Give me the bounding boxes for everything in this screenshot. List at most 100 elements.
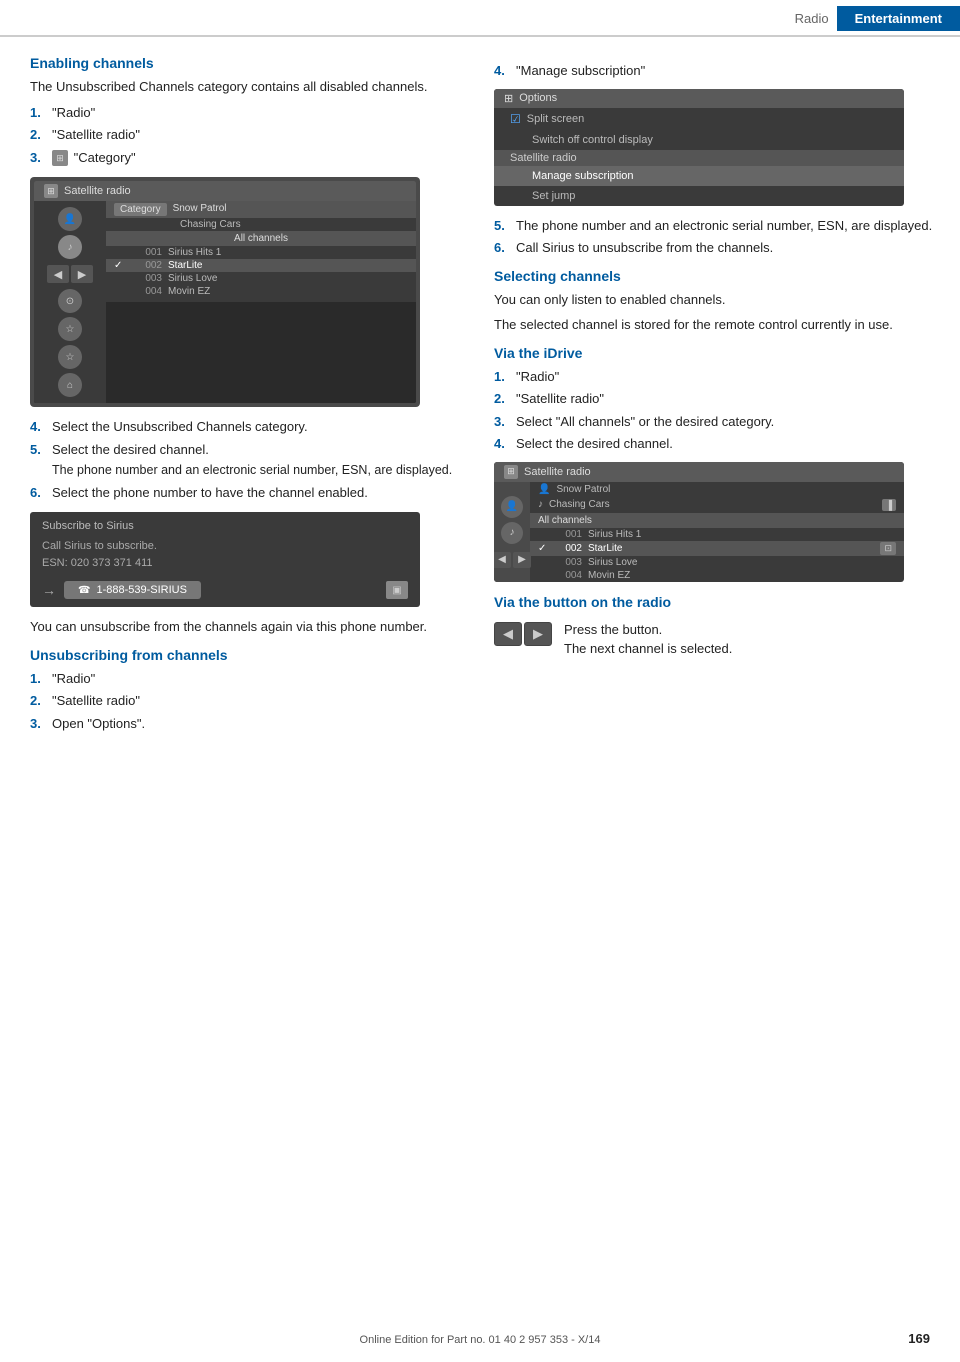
unsubscribing-title: Unsubscribing from channels <box>30 647 470 663</box>
options-set-jump[interactable]: Set jump <box>494 186 904 206</box>
idrive-step-1-text: "Radio" <box>516 367 934 387</box>
page-header: Radio Entertainment <box>0 0 960 37</box>
selecting-channels-intro1: You can only listen to enabled channels. <box>494 290 934 310</box>
unsub-step-2-text: "Satellite radio" <box>52 691 470 711</box>
bookmark-icon-2: ⊡ <box>880 542 896 555</box>
num-002-2: 002 <box>556 543 582 554</box>
split-screen-check: ☑ <box>510 112 521 126</box>
person-small-icon-2: 👤 <box>538 484 550 495</box>
button-description: Press the button. The next channel is se… <box>564 620 732 659</box>
screen-inner-1: ⊞ Satellite radio 👤 ♪ ◀ ▶ ⊙ ☆ ☆ ⌂ <box>34 181 416 403</box>
nav-arrows-1: ◀ ▶ <box>47 263 93 285</box>
step-2: 2. "Satellite radio" <box>30 125 470 145</box>
idrive-step-4-num: 4. <box>494 434 516 454</box>
enabling-steps-4-6: 4. Select the Unsubscribed Channels cate… <box>30 417 470 502</box>
set-jump-label: Set jump <box>532 190 575 202</box>
star-icon-1: ☆ <box>58 317 82 341</box>
unsub-step-1: 1. "Radio" <box>30 669 470 689</box>
step-1-text: "Radio" <box>52 103 470 123</box>
screen-title-bar-2: ⊞ Satellite radio <box>494 462 904 482</box>
subscribe-arrow-icon: → <box>42 582 56 598</box>
name-002-2: StarLite <box>588 543 622 554</box>
main-content: Enabling channels The Unsubscribed Chann… <box>0 37 960 741</box>
song1-label-2: Snow Patrol <box>556 484 610 495</box>
step-5: 5. Select the desired channel. The phone… <box>30 440 470 480</box>
name-003-2: Sirius Love <box>588 557 637 568</box>
options-split-screen[interactable]: ☑ Split screen <box>494 108 904 130</box>
right-step-5: 5. The phone number and an electronic se… <box>494 216 934 236</box>
manage-sub-label: Manage subscription <box>532 170 634 182</box>
enabling-channels-title: Enabling channels <box>30 55 470 71</box>
subscribe-end-btn[interactable]: ▣ <box>386 581 408 599</box>
step-1-num: 1. <box>30 103 52 123</box>
song2-label-1: Chasing Cars <box>180 219 241 230</box>
check-004-2 <box>538 570 550 581</box>
subscribe-title: Subscribe to Sirius <box>42 520 408 532</box>
name-002-1: StarLite <box>168 260 408 271</box>
selecting-channels-title: Selecting channels <box>494 268 934 284</box>
step-6-text: Select the phone number to have the chan… <box>52 483 470 503</box>
prev-button[interactable]: ◀ <box>494 622 522 646</box>
name-004-2: Movin EZ <box>588 570 630 581</box>
screen-title-2: Satellite radio <box>524 466 591 478</box>
idrive-step-2-text: "Satellite radio" <box>516 389 934 409</box>
category-label-1: Category <box>114 203 167 216</box>
prev-next-buttons: ◀ ▶ <box>494 622 552 646</box>
num-003-2: 003 <box>556 557 582 568</box>
idrive-step-1: 1. "Radio" <box>494 367 934 387</box>
song2-row-2: ♪ Chasing Cars ▐ <box>530 497 904 513</box>
category-icon: ⊞ <box>52 150 68 166</box>
check-001-2 <box>538 529 550 540</box>
step-2-text: "Satellite radio" <box>52 125 470 145</box>
song-rows-1: Chasing Cars All channels 001 Sirius Hit… <box>106 218 416 302</box>
music-small-icon-2: ♪ <box>538 499 543 510</box>
unsub-step-2: 2. "Satellite radio" <box>30 691 470 711</box>
all-channels-label-2: All channels <box>530 513 904 528</box>
sat-screen-1: 👤 ♪ ◀ ▶ ⊙ ☆ ☆ ⌂ Category <box>34 201 416 403</box>
unsub-step-1-num: 1. <box>30 669 52 689</box>
all-channels-label-1: All channels <box>106 231 416 246</box>
unsub-step-3: 3. Open "Options". <box>30 714 470 734</box>
nav-right-2[interactable]: ▶ <box>513 552 531 568</box>
nav-left-1[interactable]: ◀ <box>47 265 69 283</box>
step-6: 6. Select the phone number to have the c… <box>30 483 470 503</box>
nav-arrows-2: ◀ ▶ <box>494 552 531 568</box>
check-002-1: ✓ <box>114 260 128 271</box>
options-switch-off[interactable]: Switch off control display <box>494 130 904 150</box>
step-1: 1. "Radio" <box>30 103 470 123</box>
idrive-step-3: 3. Select "All channels" or the desired … <box>494 412 934 432</box>
screen-title-1: Satellite radio <box>64 185 131 197</box>
sat-right-panel-2: 👤 Snow Patrol ♪ Chasing Cars ▐ All chann… <box>530 482 904 582</box>
idrive-step-4-text: Select the desired channel. <box>516 434 934 454</box>
idrive-step-4: 4. Select the desired channel. <box>494 434 934 454</box>
category-row-1: Category Snow Patrol <box>106 201 416 218</box>
idrive-step-3-num: 3. <box>494 412 516 432</box>
switch-off-label: Switch off control display <box>532 134 653 146</box>
unsubscribe-note: You can unsubscribe from the channels ag… <box>30 617 470 637</box>
right-step-5-num: 5. <box>494 216 516 236</box>
right-step-4-text: "Manage subscription" <box>516 61 934 81</box>
screen-title-bar-1: ⊞ Satellite radio <box>34 181 416 201</box>
step-6-num: 6. <box>30 483 52 503</box>
subscribe-body: Call Sirius to subscribe. ESN: 020 373 3… <box>42 538 408 571</box>
via-button-title: Via the button on the radio <box>494 594 934 610</box>
music-icon-1: ♪ <box>58 235 82 259</box>
check-002-2: ✓ <box>538 543 550 554</box>
music-icon-2: ♪ <box>501 522 523 544</box>
nav-right-1[interactable]: ▶ <box>71 265 93 283</box>
step-4-text: Select the Unsubscribed Channels categor… <box>52 417 470 437</box>
split-screen-label: Split screen <box>527 113 584 125</box>
subscribe-phone-box: ☎ 1-888-539-SIRIUS <box>64 581 201 599</box>
button-mockup: ◀ ▶ Press the button. The next channel i… <box>494 620 934 659</box>
subscribe-line2: ESN: 020 373 371 411 <box>42 555 408 572</box>
channel-001-row-2: 001 Sirius Hits 1 <box>530 528 904 541</box>
left-column: Enabling channels The Unsubscribed Chann… <box>30 55 470 741</box>
enabling-channels-intro: The Unsubscribed Channels category conta… <box>30 77 470 97</box>
right-steps-5-6: 5. The phone number and an electronic se… <box>494 216 934 258</box>
options-manage-subscription[interactable]: Manage subscription <box>494 166 904 186</box>
step-5-subtext: The phone number and an electronic seria… <box>52 461 470 480</box>
next-button[interactable]: ▶ <box>524 622 552 646</box>
options-title-bar: ⊞ Options <box>494 89 904 108</box>
nav-left-2[interactable]: ◀ <box>494 552 511 568</box>
person-icon-1: 👤 <box>58 207 82 231</box>
